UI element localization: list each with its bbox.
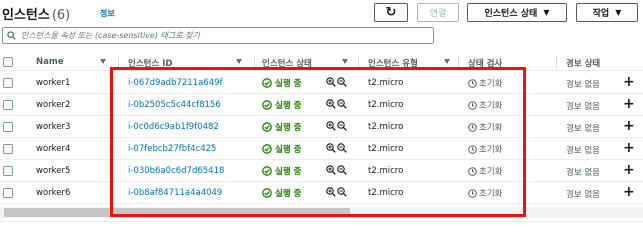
instance-state-dropdown[interactable]: 인스턴스 상태 ▼ <box>467 3 567 22</box>
refresh-icon: ↻ <box>385 5 397 20</box>
instance-name: worker2 <box>36 100 71 110</box>
filter-icon[interactable] <box>236 59 242 64</box>
filter-icon[interactable] <box>444 59 450 64</box>
refresh-button[interactable]: ↻ <box>374 3 408 22</box>
instance-state-label: 인스턴스 상태 <box>484 9 538 19</box>
alarm-status: 경보 없음 <box>566 146 600 156</box>
instance-name: worker4 <box>36 144 71 154</box>
page-header: 인스턴스 (6) 정보 ↻ 연결 인스턴스 상태 ▼ 작업 ▼ <box>0 0 643 24</box>
caret-down-icon: ▼ <box>615 8 622 17</box>
instance-name: worker1 <box>36 78 71 88</box>
add-alarm-plus-icon[interactable]: + <box>623 140 635 156</box>
add-alarm-plus-icon[interactable]: + <box>623 118 635 134</box>
alarm-status: 경보 없음 <box>566 168 600 178</box>
alarm-status: 경보 없음 <box>566 190 600 200</box>
row-checkbox[interactable] <box>3 122 13 132</box>
add-alarm-plus-icon[interactable]: + <box>623 96 635 112</box>
row-checkbox[interactable] <box>3 78 13 88</box>
row-checkbox[interactable] <box>3 144 13 154</box>
alarm-status: 경보 없음 <box>566 124 600 134</box>
instance-name: worker3 <box>36 122 71 132</box>
search-input[interactable]: 인스턴스을 속성 또는 (case-sensitive) 태그로 찾기 <box>2 27 434 44</box>
search-icon <box>7 31 16 40</box>
title-text: 인스턴스 <box>2 8 50 23</box>
column-header-alarm-status[interactable]: 경보 상태 <box>566 57 600 69</box>
info-link[interactable]: 정보 <box>100 8 115 19</box>
add-alarm-plus-icon[interactable]: + <box>623 184 635 200</box>
search-placeholder: 인스턴스을 속성 또는 (case-sensitive) 태그로 찾기 <box>21 31 200 40</box>
row-checkbox[interactable] <box>3 188 13 198</box>
instance-count: (6) <box>51 8 71 23</box>
divider <box>0 221 643 222</box>
connect-button[interactable]: 연결 <box>417 3 459 22</box>
filter-icon[interactable] <box>100 59 106 64</box>
highlight-box <box>110 67 526 217</box>
alarm-status: 경보 없음 <box>566 80 600 90</box>
page-title: 인스턴스 (6) <box>2 4 70 23</box>
alarm-status: 경보 없음 <box>566 102 600 112</box>
actions-label: 작업 <box>592 9 610 19</box>
column-header-name[interactable]: Name <box>36 57 63 67</box>
actions-dropdown[interactable]: 작업 ▼ <box>576 3 638 22</box>
connect-label: 연결 <box>429 9 447 19</box>
add-alarm-plus-icon[interactable]: + <box>623 162 635 178</box>
row-checkbox[interactable] <box>3 166 13 176</box>
instance-name: worker6 <box>36 188 71 198</box>
column-separator <box>556 56 557 69</box>
row-checkbox[interactable] <box>3 100 13 110</box>
caret-down-icon: ▼ <box>543 8 550 17</box>
instance-name: worker5 <box>36 166 71 176</box>
filter-icon[interactable] <box>342 59 348 64</box>
add-alarm-plus-icon[interactable]: + <box>623 74 635 90</box>
select-all-checkbox[interactable] <box>3 57 13 67</box>
